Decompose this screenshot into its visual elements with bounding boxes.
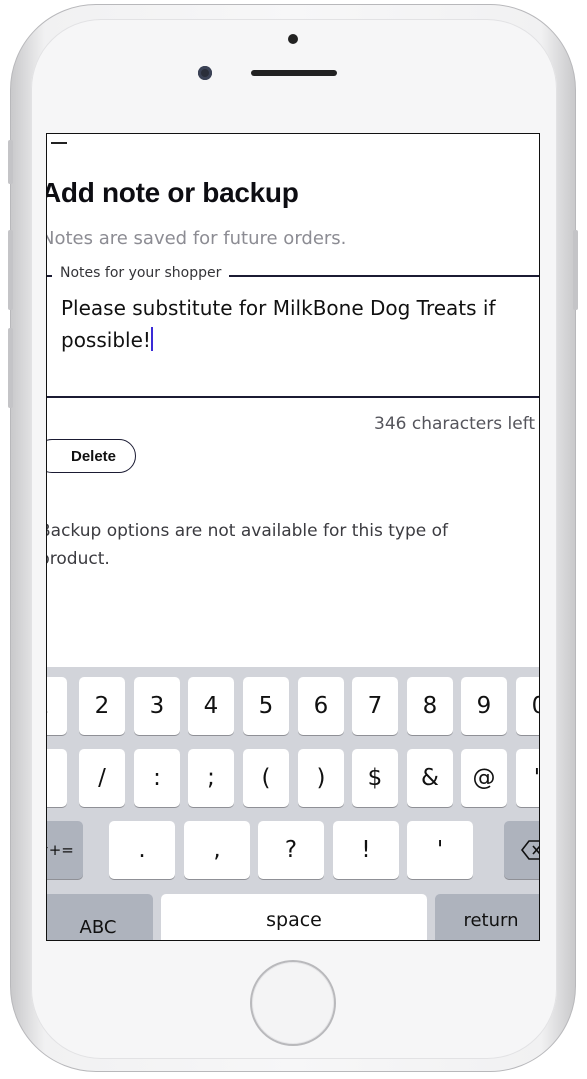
key-colon[interactable]: : — [134, 749, 180, 807]
key-comma[interactable]: , — [184, 821, 250, 879]
key-2[interactable]: 2 — [79, 677, 125, 735]
key-slash[interactable]: / — [79, 749, 125, 807]
volume-up-button — [8, 230, 13, 310]
key-close-paren[interactable]: ) — [298, 749, 344, 807]
key-9[interactable]: 9 — [461, 677, 507, 735]
proximity-sensor — [288, 34, 298, 44]
key-8[interactable]: 8 — [407, 677, 453, 735]
backspace-glyph — [521, 840, 539, 860]
note-text-value: Please substitute for MilkBone Dog Treat… — [61, 296, 496, 352]
note-text[interactable]: Please substitute for MilkBone Dog Treat… — [61, 292, 531, 356]
backup-info-text: Backup options are not available for thi… — [46, 521, 448, 569]
key-minus[interactable]: - — [47, 749, 67, 807]
key-question[interactable]: ? — [258, 821, 324, 879]
screen: Add note or backup Notes are saved for f… — [46, 133, 540, 941]
delete-button[interactable]: Delete — [47, 439, 136, 473]
key-abc[interactable]: ABC — [47, 894, 153, 940]
note-field-label: Notes for your shopper — [52, 265, 230, 281]
key-space[interactable]: space — [161, 894, 427, 940]
key-at[interactable]: @ — [461, 749, 507, 807]
key-4[interactable]: 4 — [188, 677, 234, 735]
key-5[interactable]: 5 — [243, 677, 289, 735]
key-0[interactable]: 0 — [516, 677, 539, 735]
key-period[interactable]: . — [109, 821, 175, 879]
page-subtitle: Notes are saved for future orders. — [46, 228, 347, 249]
backspace-icon[interactable] — [504, 821, 539, 879]
key-1[interactable]: 1 — [47, 677, 67, 735]
power-button — [573, 230, 578, 310]
key-semicolon[interactable]: ; — [188, 749, 234, 807]
key-open-paren[interactable]: ( — [243, 749, 289, 807]
home-button[interactable] — [250, 960, 336, 1046]
key-3[interactable]: 3 — [134, 677, 180, 735]
key-quote[interactable]: " — [516, 749, 539, 807]
key-6[interactable]: 6 — [298, 677, 344, 735]
key-dollar[interactable]: $ — [352, 749, 398, 807]
key-exclamation[interactable]: ! — [333, 821, 399, 879]
character-counter: 346 characters left — [374, 414, 536, 434]
key-return[interactable]: return — [435, 894, 539, 940]
key-ampersand[interactable]: & — [407, 749, 453, 807]
close-icon[interactable] — [51, 142, 67, 144]
keyboard: 1 2 3 4 5 6 7 8 9 0 - / : ; ( ) $ & @ " … — [47, 667, 539, 940]
key-apostrophe[interactable]: ' — [407, 821, 473, 879]
page-title: Add note or backup — [46, 177, 299, 208]
volume-down-button — [8, 328, 13, 408]
text-cursor — [150, 327, 153, 351]
key-7[interactable]: 7 — [352, 677, 398, 735]
key-symbols-toggle[interactable]: #+= — [47, 821, 83, 879]
front-camera-icon — [198, 66, 212, 80]
earpiece-speaker — [251, 70, 337, 76]
mute-switch — [8, 140, 13, 184]
